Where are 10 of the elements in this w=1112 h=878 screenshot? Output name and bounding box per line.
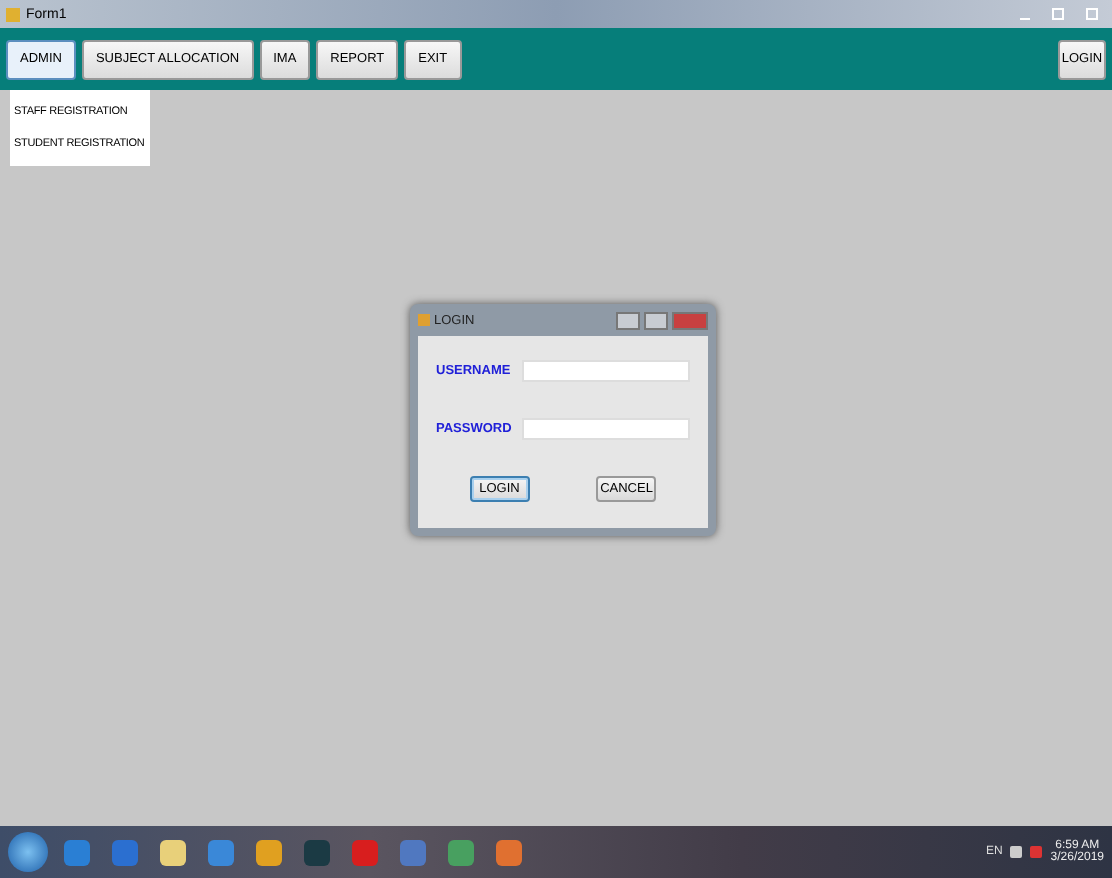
close-button[interactable]: [672, 311, 708, 329]
minimize-icon[interactable]: [1020, 17, 1030, 19]
input-field[interactable]: [522, 418, 690, 440]
maximize-icon[interactable]: [1052, 8, 1064, 20]
input-field[interactable]: [522, 360, 690, 382]
maximize-button[interactable]: [644, 311, 668, 329]
app-icon: [418, 314, 430, 326]
minimize-button[interactable]: [616, 311, 640, 329]
app-icon: [6, 7, 20, 21]
start-icon[interactable]: [8, 832, 48, 872]
